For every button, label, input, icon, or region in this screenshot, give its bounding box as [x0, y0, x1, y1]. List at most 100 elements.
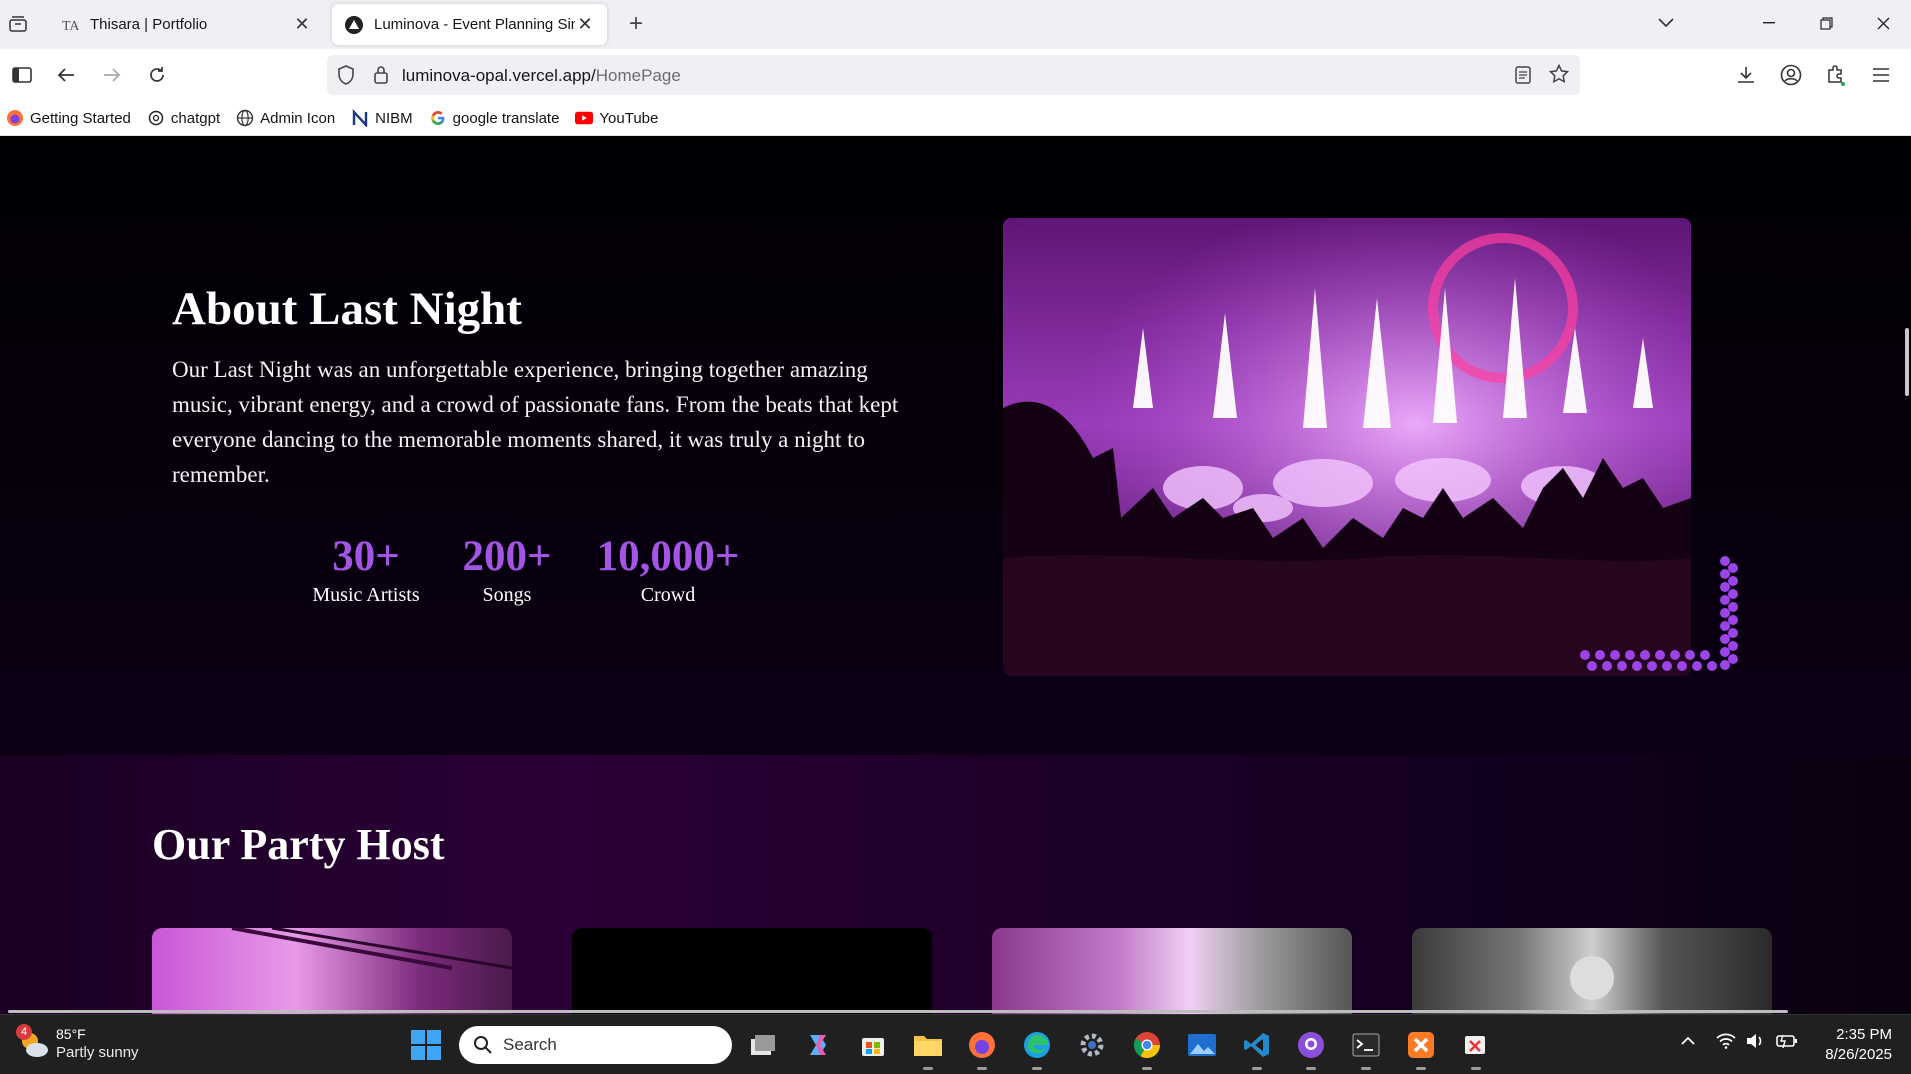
tab-strip: TA Thisara | Portfolio ✕ Luminova - Even… [0, 0, 1911, 49]
weather-condition: Partly sunny [56, 1044, 139, 1061]
microsoft-store-icon [862, 1038, 884, 1056]
system-clock[interactable]: 2:35 PM 8/26/2025 [1812, 1025, 1892, 1065]
restore-button[interactable] [1806, 8, 1846, 38]
sidebar-button[interactable] [8, 61, 36, 89]
search-placeholder: Search [503, 1035, 557, 1054]
weather-widget[interactable]: 4 85°F Partly sunny [16, 1023, 139, 1062]
close-tab-icon[interactable]: ✕ [292, 14, 312, 35]
bookmark-chatgpt[interactable]: chatgpt [147, 109, 220, 127]
bookmark-label: NIBM [375, 109, 413, 127]
store-button[interactable] [855, 1027, 891, 1063]
tab-list-button[interactable] [4, 10, 32, 38]
portfolio-favicon: TA [60, 15, 80, 35]
shield-icon[interactable] [337, 65, 355, 90]
about-description: Our Last Night was an unforgettable expe… [172, 357, 899, 487]
stat-value: 10,000+ [596, 533, 740, 580]
download-icon [1738, 67, 1754, 83]
url-text[interactable]: luminova-opal.vercel.app/HomePage [402, 66, 681, 86]
list-all-tabs-button[interactable] [1646, 8, 1686, 38]
reload-icon [150, 67, 164, 82]
stat-value: 30+ [332, 533, 400, 580]
bookmark-nibm[interactable]: NIBM [351, 109, 413, 127]
battery-icon[interactable] [1776, 1033, 1798, 1054]
nibm-icon [351, 109, 369, 127]
horizontal-scrollbar[interactable] [8, 1010, 1788, 1013]
hamburger-menu-icon [1873, 68, 1889, 82]
reader-view-icon[interactable] [1515, 65, 1531, 90]
firefox-icon [969, 1032, 995, 1058]
host-card[interactable] [572, 928, 932, 1014]
tab-portfolio[interactable]: TA Thisara | Portfolio ✕ [48, 4, 324, 45]
extensions-button[interactable] [1822, 61, 1850, 89]
vertical-scrollbar[interactable] [1905, 328, 1909, 396]
snipping-tool-button[interactable] [1458, 1027, 1494, 1070]
clock-date: 8/26/2025 [1825, 1046, 1892, 1063]
tab-title: Luminova - Event Planning Simp [374, 16, 575, 33]
minimize-button[interactable] [1749, 8, 1789, 38]
windows-taskbar: 4 85°F Partly sunny Search 2:35 PM 8/26/… [0, 1014, 1911, 1074]
back-button[interactable] [52, 61, 80, 89]
chevron-down-icon [1658, 18, 1674, 28]
photos-icon [1188, 1034, 1216, 1056]
close-window-button[interactable] [1863, 8, 1903, 38]
bookmark-admin-icon[interactable]: Admin Icon [236, 109, 335, 127]
forward-button[interactable] [98, 61, 126, 89]
about-title: About Last Night [172, 283, 522, 335]
puzzle-icon [1828, 65, 1845, 86]
search-icon [474, 1036, 492, 1054]
bookmark-label: YouTube [599, 109, 659, 127]
bookmark-google-translate[interactable]: google translate [429, 109, 559, 127]
minimize-icon [1763, 22, 1775, 24]
firefox-taskbar-button[interactable] [964, 1027, 1000, 1070]
bookmark-youtube[interactable]: YouTube [575, 109, 658, 127]
menu-button[interactable] [1867, 61, 1895, 89]
wifi-icon[interactable] [1716, 1033, 1736, 1054]
bookmarks-toolbar: Getting Started chatgpt Admin Icon NIBM … [0, 101, 1911, 136]
file-explorer-button[interactable] [910, 1027, 946, 1070]
stat-label: Music Artists [312, 584, 420, 606]
xampp-icon [1408, 1032, 1434, 1058]
host-card[interactable] [1412, 928, 1772, 1014]
show-hidden-icons-button[interactable] [1680, 1033, 1696, 1051]
task-view-button[interactable] [745, 1027, 781, 1063]
host-card[interactable] [992, 928, 1352, 1014]
taskbar-search[interactable]: Search [459, 1026, 732, 1064]
arrow-right-icon [104, 68, 121, 82]
partly-sunny-icon: 4 [16, 1023, 50, 1060]
volume-icon[interactable] [1745, 1033, 1765, 1054]
account-icon [1780, 64, 1802, 86]
globe-icon [236, 109, 254, 127]
vscode-icon [1244, 1033, 1269, 1057]
host-card[interactable] [152, 928, 512, 1014]
new-tab-button[interactable]: + [622, 10, 650, 38]
lock-icon[interactable] [373, 65, 389, 90]
reload-button[interactable] [143, 61, 171, 89]
copilot-button[interactable] [800, 1027, 836, 1063]
xampp-button[interactable] [1403, 1027, 1439, 1070]
bookmark-star-icon[interactable] [1548, 63, 1570, 89]
chrome-button[interactable] [1129, 1027, 1165, 1070]
tab-luminova[interactable]: Luminova - Event Planning Simp ✕ [332, 4, 607, 45]
snipping-tool-icon [1465, 1036, 1485, 1054]
start-button[interactable] [410, 1029, 442, 1061]
clock-time: 2:35 PM [1836, 1026, 1892, 1043]
stat-music-artists: 30+ Music Artists [305, 532, 427, 607]
settings-button[interactable] [1074, 1027, 1110, 1063]
vscode-button[interactable] [1239, 1027, 1275, 1070]
edge-button[interactable] [1019, 1027, 1055, 1070]
photos-button[interactable] [1184, 1027, 1220, 1063]
github-desktop-button[interactable] [1293, 1027, 1329, 1070]
openai-icon [147, 109, 165, 127]
downloads-button[interactable] [1732, 61, 1760, 89]
address-bar[interactable]: luminova-opal.vercel.app/HomePage [327, 55, 1580, 95]
bookmark-label: chatgpt [170, 109, 221, 127]
account-button[interactable] [1777, 61, 1805, 89]
party-host-section: Our Party Host [0, 755, 1911, 1014]
restore-icon [1819, 16, 1833, 30]
copilot-icon [810, 1035, 826, 1055]
terminal-button[interactable] [1348, 1027, 1384, 1070]
gear-icon [1080, 1033, 1104, 1057]
close-tab-icon[interactable]: ✕ [575, 14, 595, 35]
bookmark-getting-started[interactable]: Getting Started [6, 109, 131, 127]
bookmark-label: Getting Started [30, 109, 131, 127]
